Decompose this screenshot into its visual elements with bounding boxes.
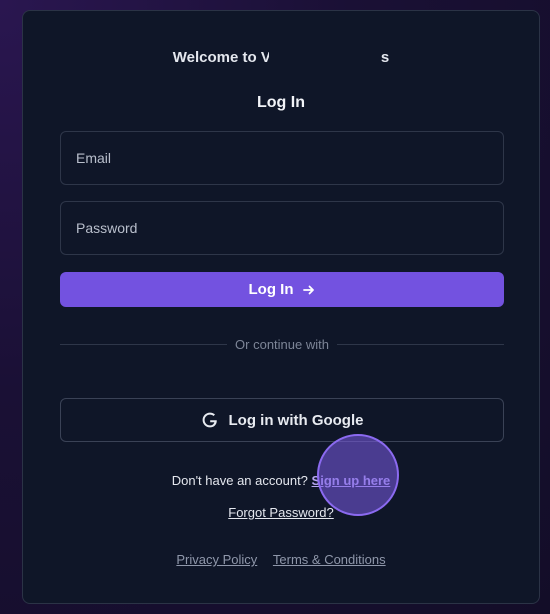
login-card: Welcome to V s Log In Log In Or continue …	[22, 10, 540, 604]
password-input[interactable]	[60, 201, 504, 255]
signup-prompt: Don't have an account?	[171, 473, 308, 488]
login-button-label: Log In	[248, 281, 294, 298]
forgot-password-link[interactable]: Forgot Password?	[228, 505, 334, 520]
arrow-right-icon	[302, 285, 314, 294]
google-login-label: Log in with Google	[228, 411, 364, 429]
redacted-brand	[268, 49, 381, 65]
footer-links: Privacy Policy Terms & Conditions	[23, 552, 539, 567]
continue-divider: Or continue with	[60, 336, 504, 352]
divider-line-right	[336, 343, 504, 345]
welcome-suffix: s	[380, 49, 390, 66]
signup-link[interactable]: Sign up here	[312, 473, 391, 488]
signup-row: Don't have an account? Sign up here	[23, 473, 539, 488]
google-login-button[interactable]: Log in with Google	[60, 398, 504, 442]
login-button[interactable]: Log In	[60, 272, 504, 307]
terms-link[interactable]: Terms & Conditions	[273, 552, 386, 567]
privacy-policy-link[interactable]: Privacy Policy	[176, 552, 257, 567]
welcome-text: Welcome to V	[172, 49, 271, 66]
divider-line-left	[60, 343, 228, 345]
google-icon	[202, 412, 217, 428]
page-title: Log In	[257, 94, 305, 111]
email-input[interactable]	[60, 131, 504, 185]
forgot-row: Forgot Password?	[23, 505, 539, 520]
divider-text: Or continue with	[235, 336, 329, 352]
welcome-heading: Welcome to V s	[23, 49, 539, 66]
